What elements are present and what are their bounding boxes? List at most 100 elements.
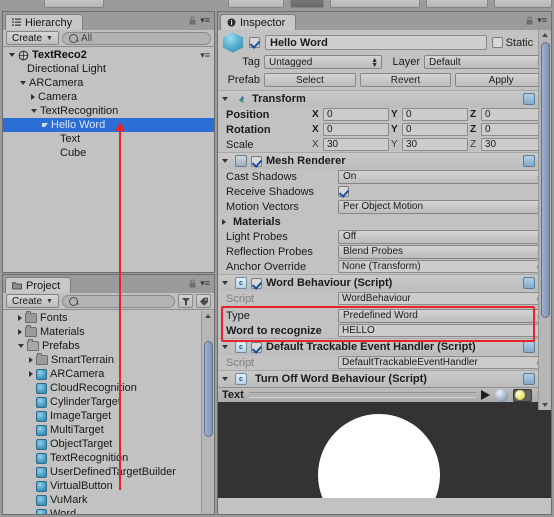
- scene-menu-icon[interactable]: ▾≡: [200, 50, 210, 60]
- project-item-vumark[interactable]: VuMark: [3, 493, 214, 507]
- project-scrollbar[interactable]: [201, 311, 214, 514]
- project-item-imagetarget[interactable]: ImageTarget: [3, 409, 214, 423]
- foldout-icon[interactable]: [18, 329, 22, 335]
- hierarchy-menu-icon[interactable]: ▾≡: [200, 16, 210, 25]
- tab-project[interactable]: Project: [5, 277, 72, 293]
- hierarchy-item-textrecognition[interactable]: TextRecognition: [3, 104, 214, 118]
- preview-area[interactable]: [218, 402, 551, 498]
- object-enabled-checkbox[interactable]: [249, 37, 260, 48]
- receive-shadows-checkbox[interactable]: [338, 186, 349, 197]
- project-tree[interactable]: Fonts Materials Prefabs SmartTerrain ARCamer…: [3, 311, 214, 514]
- hierarchy-item-cube[interactable]: Cube: [3, 146, 214, 160]
- static-checkbox[interactable]: [491, 37, 503, 48]
- project-item-cylindertarget[interactable]: CylinderTarget: [3, 395, 214, 409]
- lock-icon[interactable]: [188, 279, 197, 288]
- reflection-probes-dropdown[interactable]: Blend Probes▲▼: [338, 244, 547, 259]
- foldout-icon[interactable]: [31, 94, 35, 100]
- project-item-arcamera[interactable]: ARCamera: [3, 367, 214, 381]
- trackable-handler-enabled-checkbox[interactable]: [251, 341, 262, 353]
- foldout-icon[interactable]: [31, 109, 37, 113]
- hierarchy-item-textreco2[interactable]: TextReco2 ▾≡: [3, 48, 214, 62]
- mesh-renderer-header[interactable]: Mesh Renderer ✾: [218, 153, 551, 169]
- toolbar-button-1[interactable]: [228, 0, 284, 8]
- hierarchy-item-directional-light[interactable]: Directional Light: [3, 62, 214, 76]
- scroll-up-icon[interactable]: [542, 33, 548, 37]
- project-item-multitarget[interactable]: MultiTarget: [3, 423, 214, 437]
- scroll-up-icon[interactable]: [205, 314, 211, 318]
- transform-header[interactable]: Transform ✾: [218, 91, 551, 107]
- cast-shadows-dropdown[interactable]: On▲▼: [338, 169, 547, 184]
- materials-row[interactable]: Materials: [218, 214, 551, 229]
- sphere-icon[interactable]: [495, 388, 509, 402]
- project-item-smartterrain[interactable]: SmartTerrain: [3, 353, 214, 367]
- toolbar-button-4[interactable]: [426, 0, 488, 8]
- hierarchy-item-text[interactable]: Text: [3, 132, 214, 146]
- filter-by-type-icon[interactable]: [178, 294, 193, 308]
- project-item-fonts[interactable]: Fonts: [3, 311, 214, 325]
- inspector-menu-icon[interactable]: ▾≡: [537, 16, 547, 25]
- word-to-recognize-field[interactable]: HELLO: [338, 324, 547, 337]
- toolbar-button-3[interactable]: [330, 0, 420, 8]
- anchor-override-field[interactable]: None (Transform): [338, 260, 547, 273]
- transform-position-x-input[interactable]: 0: [323, 108, 389, 121]
- object-name-field[interactable]: Hello Word: [265, 35, 487, 50]
- project-menu-icon[interactable]: ▾≡: [200, 279, 210, 288]
- foldout-icon[interactable]: [29, 371, 33, 377]
- light-probes-dropdown[interactable]: Off▲▼: [338, 229, 547, 244]
- foldout-icon[interactable]: [29, 357, 33, 363]
- scroll-down-icon[interactable]: [542, 403, 548, 407]
- project-search-input[interactable]: [61, 294, 175, 308]
- transform-scale-x-input[interactable]: 30: [323, 138, 389, 151]
- toolbar-button-0[interactable]: [44, 0, 104, 8]
- lighting-toggle-icon[interactable]: [513, 388, 533, 402]
- toolbar-button-2[interactable]: [290, 0, 324, 8]
- filter-by-label-icon[interactable]: [196, 294, 211, 308]
- play-icon[interactable]: [481, 390, 491, 400]
- transform-rotation-y-input[interactable]: 0: [402, 123, 468, 136]
- project-item-cloudrecognition[interactable]: CloudRecognition: [3, 381, 214, 395]
- tab-inspector[interactable]: Inspector: [220, 14, 297, 30]
- lock-icon[interactable]: [188, 16, 197, 25]
- lock-icon[interactable]: [525, 16, 534, 25]
- transform-scale-y-input[interactable]: 30: [402, 138, 468, 151]
- foldout-icon[interactable]: [9, 53, 15, 57]
- help-icon[interactable]: [522, 373, 535, 385]
- foldout-icon[interactable]: [18, 315, 22, 321]
- toolbar-button-5[interactable]: [494, 0, 552, 8]
- foldout-icon[interactable]: [222, 218, 226, 225]
- project-item-word[interactable]: Word: [3, 507, 214, 514]
- inspector-scrollbar[interactable]: [538, 30, 551, 410]
- hierarchy-create-button[interactable]: Create ▼: [6, 31, 59, 45]
- tab-hierarchy[interactable]: Hierarchy: [5, 14, 84, 30]
- project-item-materials[interactable]: Materials: [3, 325, 214, 339]
- motion-vectors-dropdown[interactable]: Per Object Motion▲▼: [338, 199, 547, 214]
- turn-off-word-header[interactable]: c Turn Off Word Behaviour (Script) ✾: [218, 371, 551, 387]
- prefab-apply-button[interactable]: Apply: [455, 73, 548, 87]
- prefab-select-button[interactable]: Select: [264, 73, 356, 87]
- foldout-icon[interactable]: [222, 159, 228, 163]
- help-icon[interactable]: [522, 155, 535, 167]
- mesh-renderer-enabled-checkbox[interactable]: [251, 155, 262, 167]
- foldout-icon[interactable]: [42, 123, 48, 127]
- hierarchy-item-hello-word[interactable]: Hello Word: [3, 118, 214, 132]
- project-scrollbar-thumb[interactable]: [204, 341, 213, 437]
- hierarchy-tree[interactable]: TextReco2 ▾≡ Directional Light ARCamera Came…: [3, 48, 214, 272]
- layer-dropdown[interactable]: Default▲▼: [424, 55, 547, 69]
- hierarchy-item-arcamera[interactable]: ARCamera: [3, 76, 214, 90]
- project-create-button[interactable]: Create ▼: [6, 294, 59, 308]
- preview-header[interactable]: Text ▾≡: [218, 387, 551, 402]
- hierarchy-item-camera[interactable]: Camera: [3, 90, 214, 104]
- project-item-virtualbutton[interactable]: VirtualButton: [3, 479, 214, 493]
- transform-rotation-x-input[interactable]: 0: [323, 123, 389, 136]
- foldout-icon[interactable]: [18, 344, 24, 348]
- word-type-dropdown[interactable]: Predefined Word▲▼: [338, 308, 547, 323]
- inspector-scrollbar-thumb[interactable]: [541, 42, 550, 318]
- word-behaviour-enabled-checkbox[interactable]: [251, 277, 262, 289]
- trackable-handler-header[interactable]: c Default Trackable Event Handler (Scrip…: [218, 339, 551, 355]
- help-icon[interactable]: [522, 93, 535, 105]
- project-item-objecttarget[interactable]: ObjectTarget: [3, 437, 214, 451]
- project-item-userdefinedtargetbuilder[interactable]: UserDefinedTargetBuilder: [3, 465, 214, 479]
- hierarchy-search-input[interactable]: All: [61, 31, 211, 45]
- help-icon[interactable]: [522, 277, 535, 289]
- prefab-revert-button[interactable]: Revert: [359, 73, 452, 87]
